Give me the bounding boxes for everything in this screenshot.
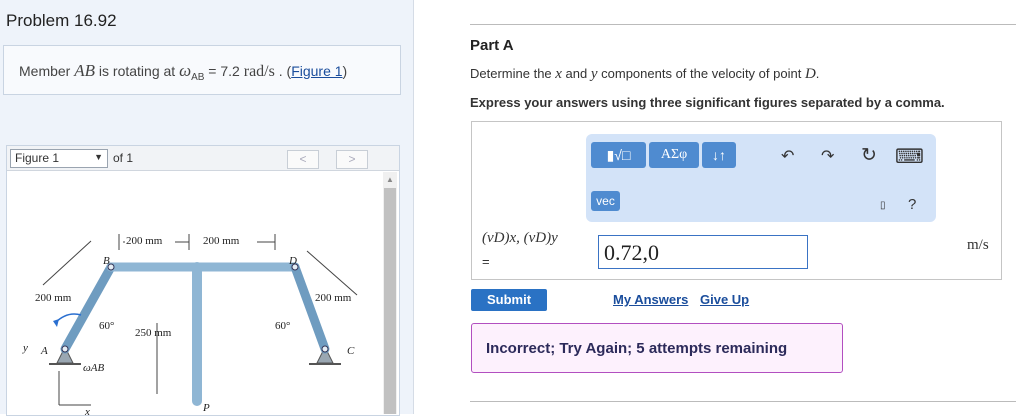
submit-button[interactable]: Submit [471,289,547,311]
figure-select[interactable]: Figure 1 ▼ [10,149,108,168]
question-and: and [561,66,591,81]
statement-value: = 7.2 [204,63,244,79]
dim-label-250: 250 mm [135,327,172,339]
keyboard-icon[interactable]: ⌨ [895,144,924,169]
scroll-up-icon[interactable]: ▲ [386,175,394,184]
omega-symbol: ω [179,61,192,80]
templates-button[interactable]: ▮√□ [591,142,646,168]
omega-subscript: AB [191,71,205,83]
mechanism-links [60,262,330,406]
sort-button[interactable]: ↓↑ [702,142,736,168]
answer-input[interactable]: 0.72,0 [598,235,808,269]
dim-label-200-2: 200 mm [203,235,240,247]
figure-link[interactable]: Figure 1 [291,63,342,79]
question-text: Determine the x and y components of the … [470,66,819,83]
y-variable: y [590,66,598,82]
vector-button[interactable]: vec [591,191,620,211]
point-label-d: D [288,255,297,267]
omega-label: ωAB [83,362,104,374]
figure-count: of 1 [113,151,134,165]
redo-icon[interactable]: ↷ [821,146,834,166]
question-prefix: Determine the [470,66,556,81]
statement-mid: is rotating at [95,63,180,79]
mini-icon: ▯ [880,200,886,211]
divider-bottom [470,401,1016,402]
question-end: . [815,66,820,81]
help-icon[interactable]: ? [908,196,916,213]
problem-statement: Member AB is rotating at ωAB = 7.2 rad/s… [3,45,401,95]
angle-label-right: 60° [275,320,290,332]
mechanism-diagram: 200 mm 200 mm 200 mm 200 mm 250 mm 60° 6… [22,234,358,415]
my-answers-link[interactable]: My Answers [613,292,688,307]
math-toolbar: ▮√□ ΑΣφ ↓↑ ↶ ↷ ↻ ⌨ vec ▯ ? [586,134,936,222]
statement-end: ) [342,63,348,79]
statement-units: rad/s [243,63,275,80]
dim-label-200-1: 200 mm [126,235,163,247]
point-name: D [804,66,816,82]
statement-after: . ( [274,63,292,79]
answer-unit: m/s [967,237,989,253]
equals-sign: = [482,254,490,269]
instruction-text: Express your answers using three signifi… [470,95,945,110]
point-label-a: A [40,345,48,357]
point-label-p: P [202,402,210,414]
undo-icon[interactable]: ↶ [781,146,794,166]
dim-label-200-right: 200 mm [315,292,352,304]
answer-label: (vD)x, (vD)y [482,230,558,246]
member-name: AB [74,61,96,80]
scroll-thumb[interactable] [384,188,396,414]
angle-label-left: 60° [99,320,114,332]
x-variable: x [555,66,562,82]
point-label-b: B [103,255,110,267]
statement-prefix: Member [19,63,75,79]
axis-label-y: y [22,342,28,354]
reset-icon[interactable]: ↻ [861,144,877,167]
chevron-down-icon: ▼ [94,152,103,162]
figure-viewer: Figure 1 ▼ of 1 < > 200 mm 200 mm 200 mm… [6,145,400,416]
problem-title: Problem 16.92 [6,11,117,30]
prev-figure-button[interactable]: < [287,150,319,169]
divider-top [470,24,1016,25]
next-figure-button[interactable]: > [336,150,368,169]
feedback-message-box: Incorrect; Try Again; 5 attempts remaini… [471,323,843,373]
dim-label-200-left: 200 mm [35,292,72,304]
figure-scrollbar[interactable]: ▲ [383,172,397,414]
feedback-message: Incorrect; Try Again; 5 attempts remaini… [486,340,788,357]
answer-box: ▮√□ ΑΣφ ↓↑ ↶ ↷ ↻ ⌨ vec ▯ ? (vD)x, (vD)y … [471,121,1002,280]
figure-select-value: Figure 1 [15,151,60,165]
problem-panel: Problem 16.92 Member AB is rotating at ω… [0,0,414,416]
question-suffix: components of the velocity of point [597,66,805,81]
arrowhead-icon [53,319,59,327]
part-title: Part A [470,37,514,54]
figure-toolbar: Figure 1 ▼ of 1 < > [7,146,399,171]
greek-symbols-button[interactable]: ΑΣφ [649,142,699,168]
answer-panel: Part A Determine the x and y components … [414,0,1024,414]
point-label-c: C [347,345,355,357]
give-up-link[interactable]: Give Up [700,292,749,307]
